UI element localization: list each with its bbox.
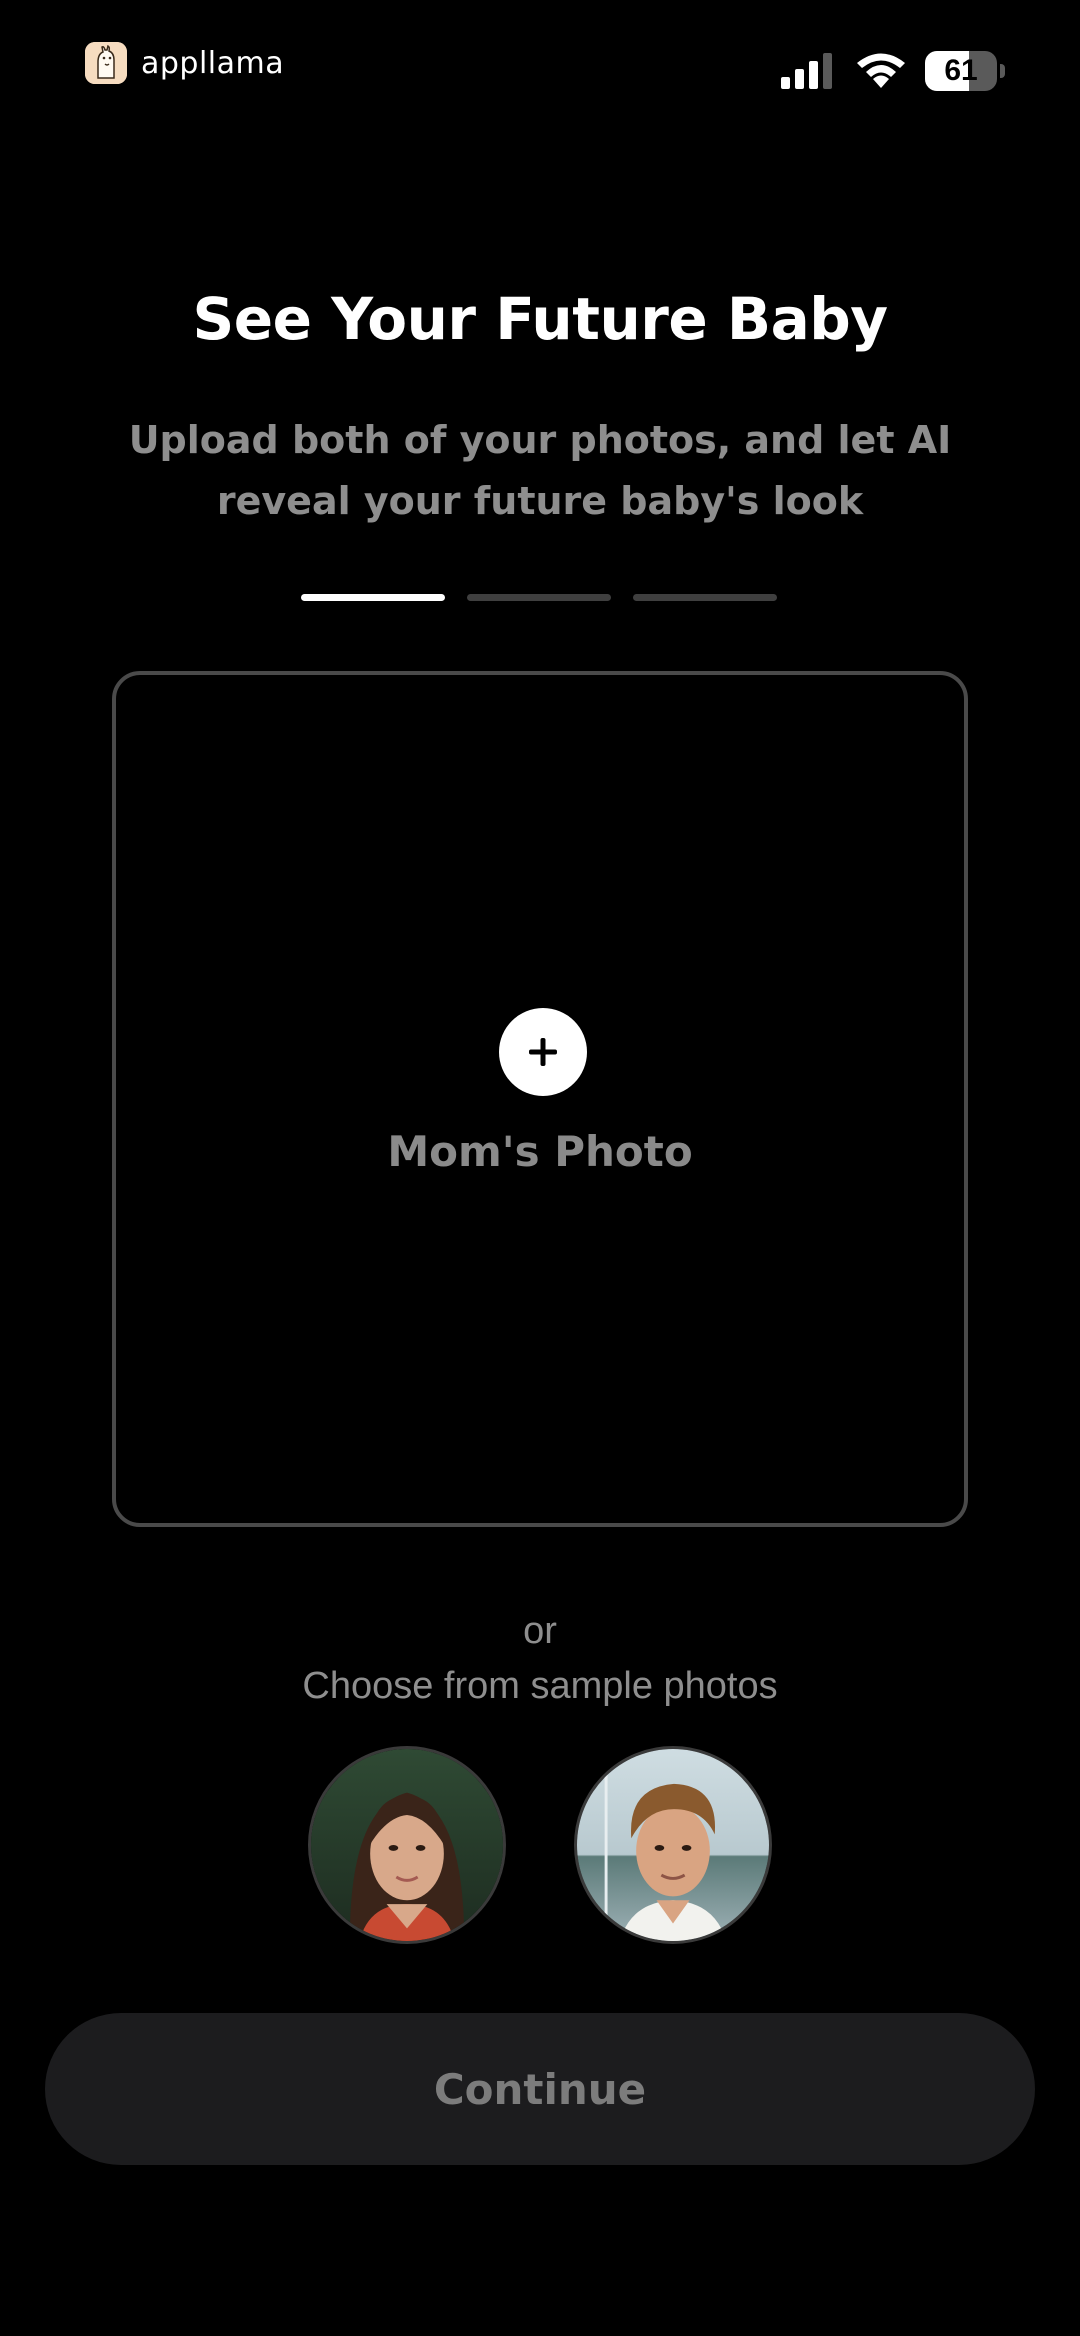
brand: appllama — [85, 40, 284, 86]
wifi-icon — [857, 53, 905, 88]
battery-icon: 61 — [925, 51, 1005, 91]
status-icons: 61 — [781, 50, 1005, 92]
woman-portrait-image — [311, 1749, 503, 1941]
sample-photo-man[interactable] — [574, 1746, 772, 1944]
battery-level: 61 — [944, 54, 978, 87]
llama-logo-icon — [85, 42, 127, 84]
continue-label: Continue — [433, 2064, 647, 2114]
progress-step-2 — [467, 594, 611, 601]
man-portrait-image — [577, 1749, 769, 1941]
page-title: See Your Future Baby — [192, 285, 888, 353]
step-progress — [301, 594, 777, 601]
plus-icon — [529, 1038, 557, 1066]
cellular-signal-icon — [781, 53, 832, 89]
progress-step-1 — [301, 594, 445, 601]
progress-step-3 — [633, 594, 777, 601]
sample-photo-woman[interactable] — [308, 1746, 506, 1944]
continue-button[interactable]: Continue — [45, 2013, 1035, 2165]
or-divider-text: or — [523, 1610, 557, 1652]
page-subtitle: Upload both of your photos, and let AI r… — [128, 418, 952, 523]
status-bar: appllama 61 — [0, 0, 1080, 130]
upload-label: Mom's Photo — [387, 1127, 693, 1176]
mom-photo-upload[interactable]: Mom's Photo — [112, 671, 968, 1527]
add-photo-button[interactable] — [499, 1008, 587, 1096]
sample-photos-prompt: Choose from sample photos — [302, 1665, 778, 1707]
brand-name: appllama — [141, 45, 285, 81]
